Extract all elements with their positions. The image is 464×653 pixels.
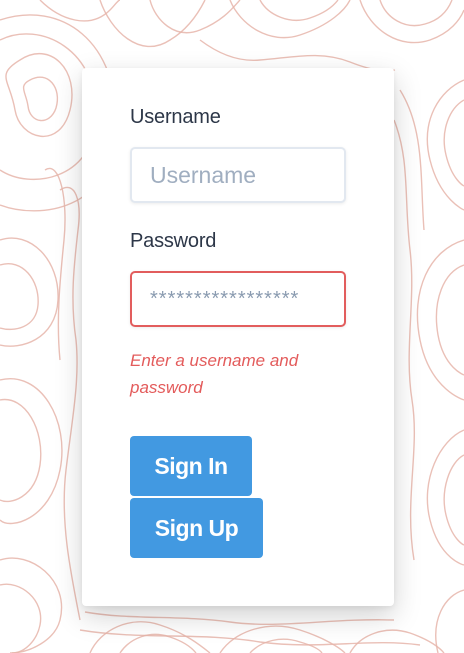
password-input[interactable]: [130, 271, 346, 327]
sign-in-button[interactable]: Sign In: [130, 436, 252, 496]
password-label: Password: [130, 230, 217, 252]
error-message: Enter a username and password: [130, 351, 299, 397]
username-label: Username: [130, 106, 221, 128]
username-input[interactable]: [130, 147, 346, 203]
page-background: Username Password Enter a username and p…: [0, 0, 464, 653]
sign-up-button[interactable]: Sign Up: [130, 498, 263, 558]
sign-in-card: Username Password Enter a username and p…: [82, 68, 394, 606]
